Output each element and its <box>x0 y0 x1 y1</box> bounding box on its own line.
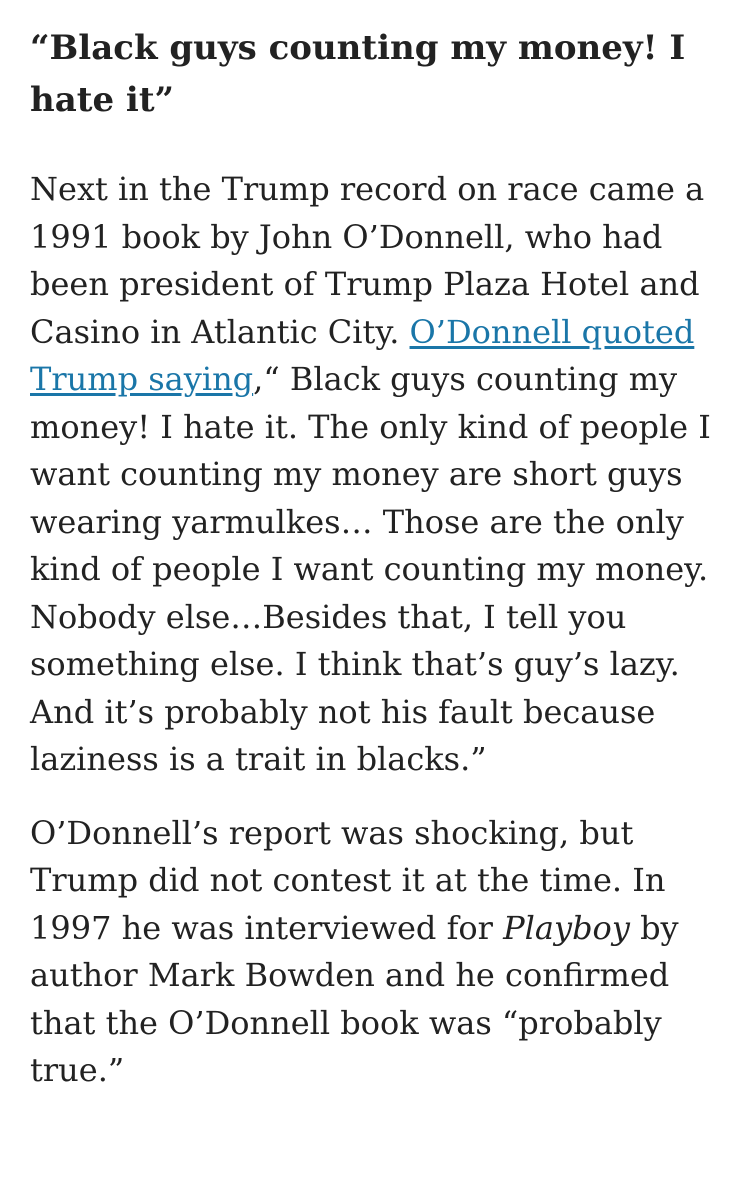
paragraph-odonnell-quote: Next in the Trump record on race came a … <box>30 166 722 784</box>
article-body: “Black guys counting my money! I hate it… <box>0 0 748 1095</box>
publication-title: Playboy <box>503 908 630 947</box>
paragraph-playboy-interview: O’Donnell’s report was shocking, but Tru… <box>30 810 722 1095</box>
section-heading: “Black guys counting my money! I hate it… <box>30 28 686 120</box>
quote-text: ,“ Black guys counting my money! I hate … <box>30 360 711 778</box>
